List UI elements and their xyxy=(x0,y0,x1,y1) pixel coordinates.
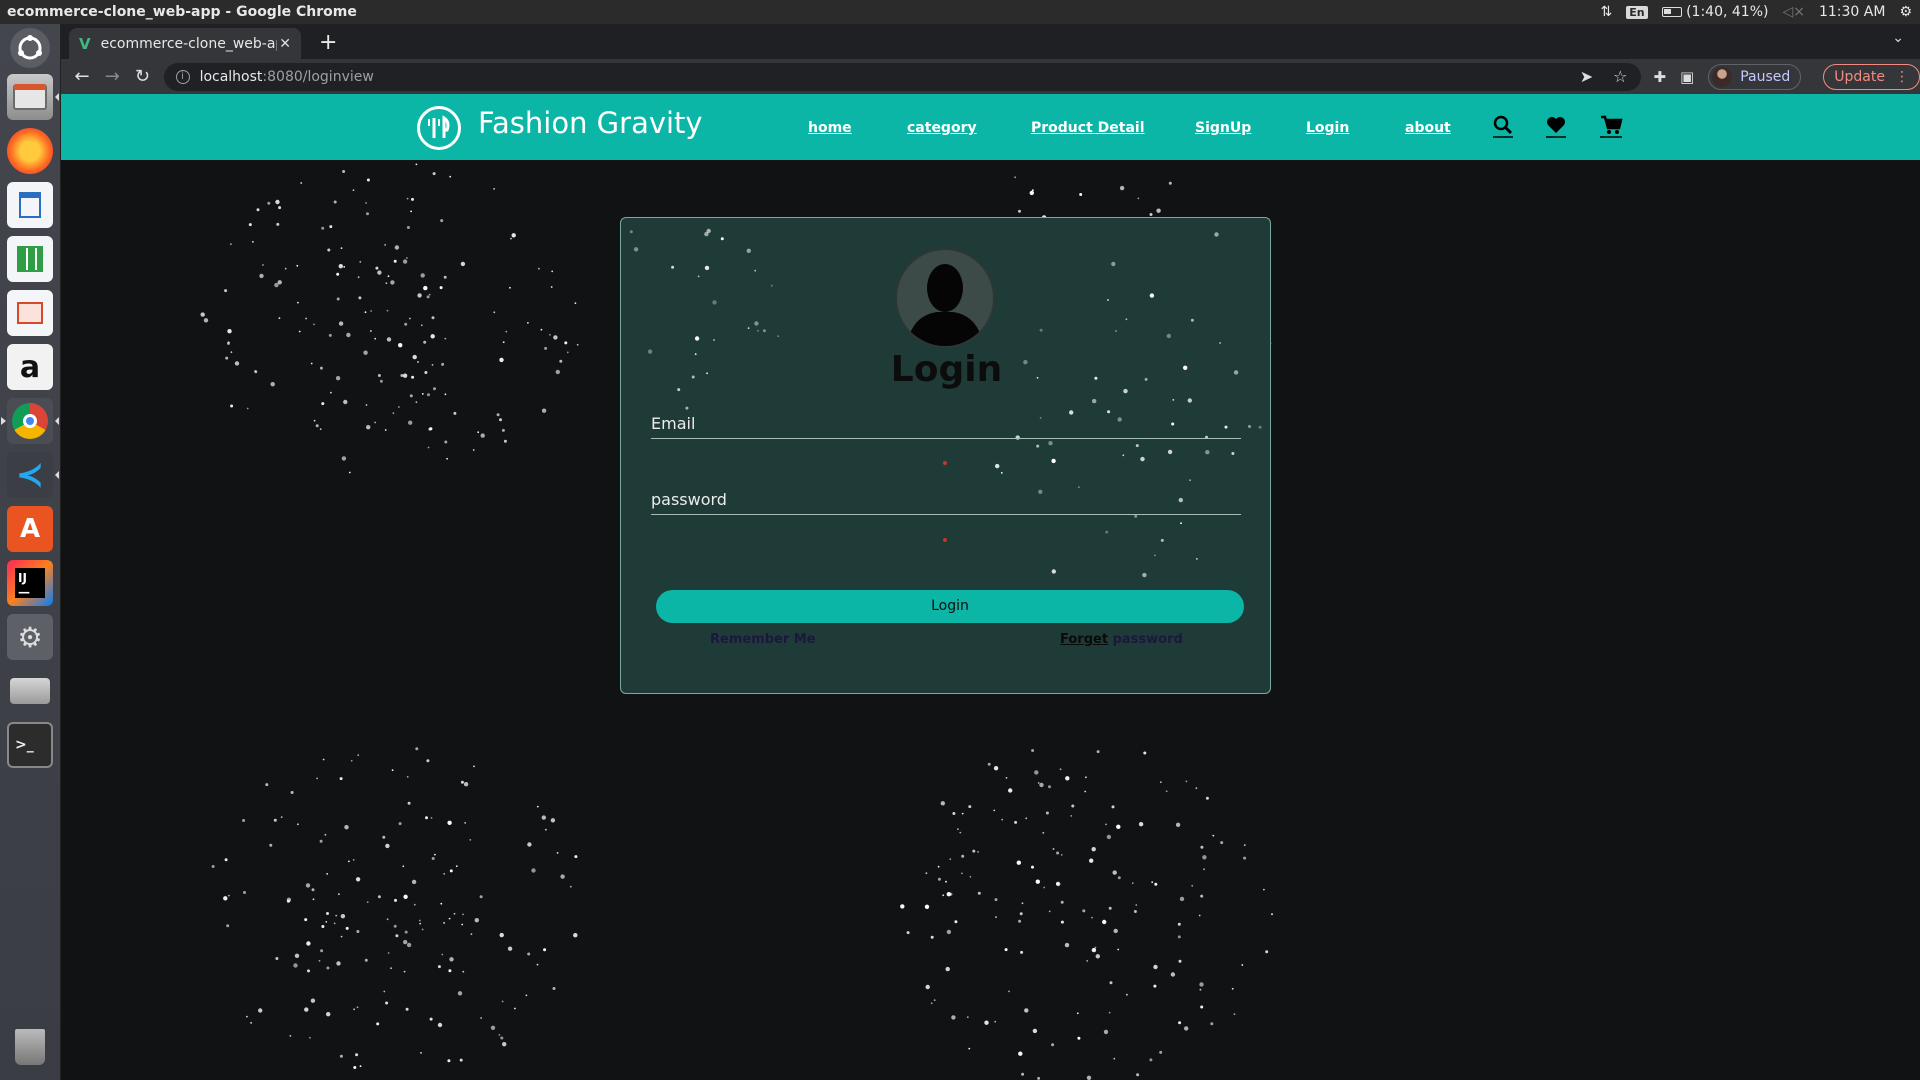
brand-name[interactable]: Fashion Gravity xyxy=(478,106,703,140)
window-title: ecommerce-clone_web-app - Google Chrome xyxy=(7,4,357,20)
settings-tools-icon[interactable]: ⚙ xyxy=(7,614,53,660)
nav-link-signup[interactable]: SignUp xyxy=(1195,120,1251,136)
remember-me-link[interactable]: Remember Me xyxy=(710,632,816,647)
terminal-icon[interactable]: >_ xyxy=(7,722,53,768)
nav-link-category[interactable]: category xyxy=(907,120,977,136)
software-center-icon[interactable]: A xyxy=(7,506,53,552)
nav-link-home[interactable]: home xyxy=(808,120,852,136)
profile-button[interactable]: Paused xyxy=(1708,63,1802,90)
vscode-icon[interactable]: ≺ xyxy=(7,452,59,498)
volume-muted-icon[interactable]: ◁× xyxy=(1782,4,1805,20)
side-panel-icon[interactable]: ▣ xyxy=(1680,68,1694,86)
chrome-icon[interactable] xyxy=(1,398,59,444)
send-tab-icon[interactable]: ➤ xyxy=(1580,67,1593,86)
impress-presentation-icon[interactable] xyxy=(7,290,53,336)
trash-icon[interactable] xyxy=(7,1024,53,1070)
search-icon[interactable] xyxy=(1492,114,1514,142)
ubuntu-dash-icon[interactable] xyxy=(10,28,50,68)
browser-tab-strip: V ecommerce-clone_web-app ✕ + ⌄ xyxy=(61,24,1920,59)
app-launcher: a ≺ A IJ — ⚙ >_ xyxy=(0,24,61,1080)
update-button[interactable]: Update ⋮ xyxy=(1823,63,1920,90)
bookmark-star-icon[interactable]: ☆ xyxy=(1613,67,1627,86)
battery-icon xyxy=(1661,7,1682,17)
writer-document-icon[interactable] xyxy=(7,182,53,228)
vue-favicon-icon: V xyxy=(79,34,91,53)
login-card: Login Login Remember Me Forget password xyxy=(620,217,1271,694)
firefox-icon[interactable] xyxy=(7,128,53,174)
amazon-icon[interactable]: a xyxy=(7,344,53,390)
extensions-puzzle-icon[interactable]: ✚ xyxy=(1653,68,1666,86)
files-app-icon[interactable] xyxy=(7,74,59,120)
site-navbar: Fashion Gravity home category Product De… xyxy=(61,94,1920,160)
intellij-icon[interactable]: IJ — xyxy=(7,560,53,606)
settings-gear-icon[interactable]: ⚙ xyxy=(1899,4,1912,20)
keyboard-layout-indicator[interactable]: En xyxy=(1626,5,1648,19)
brand-logo-icon[interactable] xyxy=(417,106,461,150)
tab-search-chevron-icon[interactable]: ⌄ xyxy=(1892,30,1904,46)
nav-link-about[interactable]: about xyxy=(1405,120,1451,136)
network-icon[interactable]: ⇅ xyxy=(1601,4,1613,20)
password-field[interactable] xyxy=(651,485,1241,515)
email-input[interactable] xyxy=(651,409,1241,437)
profile-avatar xyxy=(1712,66,1733,87)
forget-password-link[interactable]: Forget password xyxy=(1060,632,1183,647)
browser-tab[interactable]: V ecommerce-clone_web-app ✕ xyxy=(69,28,301,59)
email-field[interactable] xyxy=(651,409,1241,439)
login-button[interactable]: Login xyxy=(656,590,1244,623)
page-viewport: Fashion Gravity home category Product De… xyxy=(61,94,1920,1080)
login-title: Login xyxy=(890,349,1003,390)
reload-button[interactable]: ↻ xyxy=(127,66,157,87)
nav-link-product-detail[interactable]: Product Detail xyxy=(1031,120,1145,136)
tab-close-icon[interactable]: ✕ xyxy=(279,36,291,52)
nav-link-login[interactable]: Login xyxy=(1306,120,1349,136)
address-bar[interactable]: i localhost:8080/loginview ➤ ☆ xyxy=(163,62,1642,91)
forward-button[interactable]: → xyxy=(97,66,127,87)
browser-toolbar: ← → ↻ i localhost:8080/loginview ➤ ☆ ✚ ▣… xyxy=(61,59,1920,94)
back-button[interactable]: ← xyxy=(67,66,97,87)
calc-spreadsheet-icon[interactable] xyxy=(7,236,53,282)
system-top-bar: ecommerce-clone_web-app - Google Chrome … xyxy=(0,0,1920,24)
site-info-icon[interactable]: i xyxy=(175,69,190,84)
heart-icon[interactable] xyxy=(1545,114,1567,142)
tab-title: ecommerce-clone_web-app xyxy=(100,35,277,52)
password-required-marker xyxy=(943,538,947,542)
disk-drive-icon[interactable] xyxy=(7,668,53,714)
user-avatar-icon xyxy=(895,248,995,348)
new-tab-button[interactable]: + xyxy=(319,30,337,55)
url-text: localhost:8080/loginview xyxy=(199,68,374,85)
clock[interactable]: 11:30 AM xyxy=(1819,4,1885,20)
cart-icon[interactable] xyxy=(1599,114,1623,142)
password-input[interactable] xyxy=(651,485,1241,513)
email-required-marker xyxy=(943,461,947,465)
battery-status[interactable]: (1:40, 41%) xyxy=(1661,4,1768,20)
more-menu-icon: ⋮ xyxy=(1894,68,1909,85)
